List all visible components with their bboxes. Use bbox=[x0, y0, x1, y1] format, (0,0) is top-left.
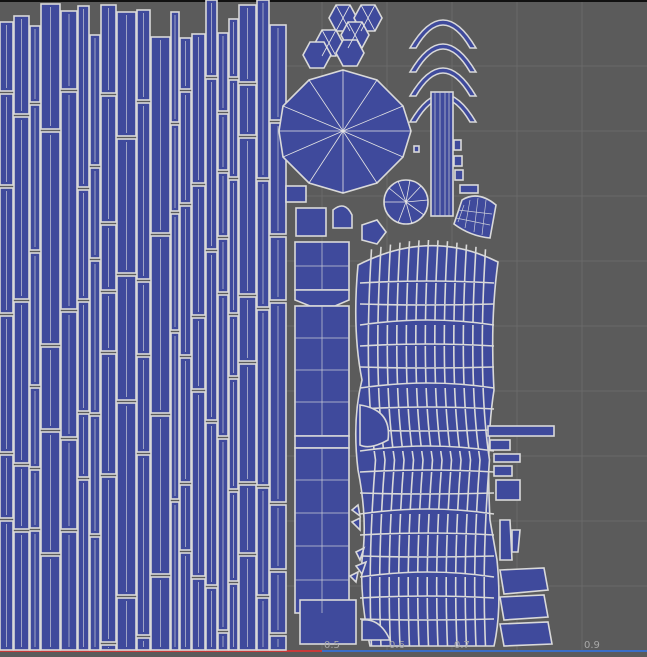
uv-editor-viewport[interactable]: 0.5 0.6 0.7 0.9 bbox=[0, 0, 647, 657]
uv-island-round-cap[interactable] bbox=[278, 69, 412, 194]
uv-island-basket[interactable] bbox=[453, 195, 497, 239]
uv-island-tall-column[interactable] bbox=[294, 241, 357, 645]
u-tick-label: 0.7 bbox=[454, 640, 470, 651]
u-tick-label: 0.9 bbox=[584, 640, 600, 651]
uv-island-rod-strip[interactable] bbox=[430, 91, 454, 217]
uv-island-plank-strips[interactable] bbox=[0, 0, 287, 651]
uv-island-fan-disk[interactable] bbox=[383, 179, 429, 225]
uv-island-hex-tiles[interactable] bbox=[302, 4, 383, 69]
u-tick-label: 0.6 bbox=[389, 640, 405, 651]
uv-canvas[interactable] bbox=[0, 0, 647, 657]
u-tick-label: 0.5 bbox=[324, 640, 340, 651]
